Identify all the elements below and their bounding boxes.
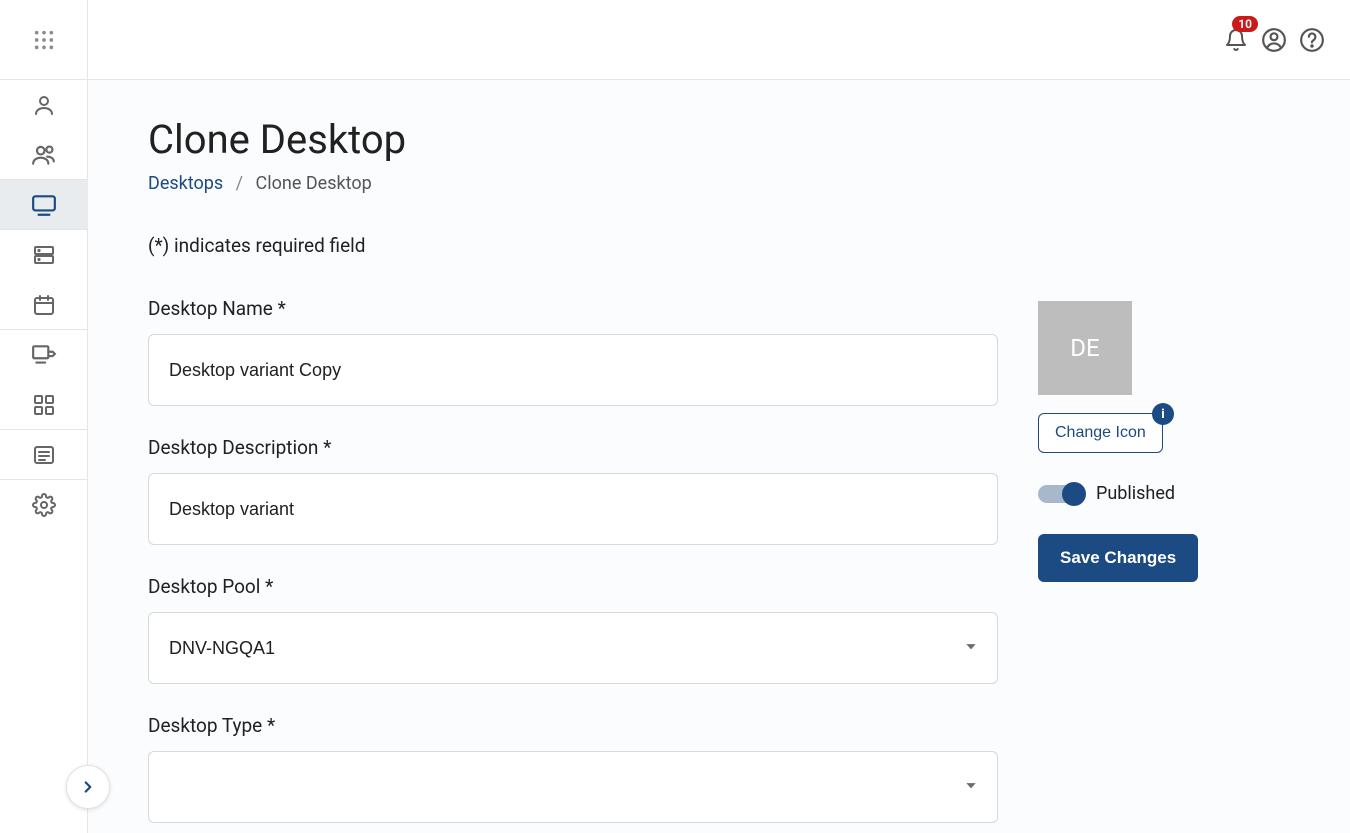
sidebar-item-pool[interactable] (0, 330, 88, 380)
sidebar-item-list[interactable] (0, 430, 88, 480)
form-column: Desktop Name * Desktop Description * Des… (148, 297, 998, 833)
notifications-button[interactable]: 10 (1222, 26, 1250, 54)
page-title: Clone Desktop (148, 116, 1290, 163)
header-logo-area (0, 0, 88, 79)
side-panel: DE Change Icon i Published Save Changes (1038, 297, 1238, 833)
expand-sidebar-button[interactable] (66, 765, 110, 809)
sidebar-item-user[interactable] (0, 80, 88, 130)
save-changes-button[interactable]: Save Changes (1038, 534, 1198, 582)
required-note: (*) indicates required field (148, 234, 1290, 257)
desktop-name-input[interactable] (148, 334, 998, 406)
sidebar-item-desktops[interactable] (0, 180, 88, 230)
published-toggle[interactable] (1038, 485, 1082, 503)
breadcrumb: Desktops / Clone Desktop (148, 173, 1290, 194)
main-content: Clone Desktop Desktops / Clone Desktop (… (88, 80, 1350, 833)
desktop-type-select[interactable] (148, 751, 998, 823)
desktop-pool-label: Desktop Pool * (148, 575, 998, 598)
help-button[interactable] (1298, 26, 1326, 54)
sidebar-item-calendar[interactable] (0, 280, 88, 330)
sidebar-item-settings[interactable] (0, 480, 88, 530)
desktop-type-label: Desktop Type * (148, 714, 998, 737)
desktop-description-input[interactable] (148, 473, 998, 545)
published-label: Published (1096, 483, 1175, 504)
desktop-name-label: Desktop Name * (148, 297, 998, 320)
sidebar-item-users[interactable] (0, 130, 88, 180)
desktop-avatar: DE (1038, 301, 1132, 395)
notifications-badge: 10 (1232, 16, 1258, 32)
breadcrumb-separator: / (236, 173, 243, 194)
change-icon-button[interactable]: Change Icon (1038, 413, 1163, 453)
info-icon[interactable]: i (1152, 403, 1174, 425)
desktop-description-label: Desktop Description * (148, 436, 998, 459)
desktop-pool-select[interactable] (148, 612, 998, 684)
apps-grid-icon[interactable] (30, 26, 58, 54)
breadcrumb-current: Clone Desktop (256, 173, 372, 194)
sidebar-item-servers[interactable] (0, 230, 88, 280)
breadcrumb-root-link[interactable]: Desktops (148, 173, 223, 194)
header-actions: 10 (1222, 26, 1326, 54)
app-header: 10 (0, 0, 1350, 80)
sidebar-item-apps[interactable] (0, 380, 88, 430)
sidebar-nav (0, 80, 88, 833)
account-button[interactable] (1260, 26, 1288, 54)
